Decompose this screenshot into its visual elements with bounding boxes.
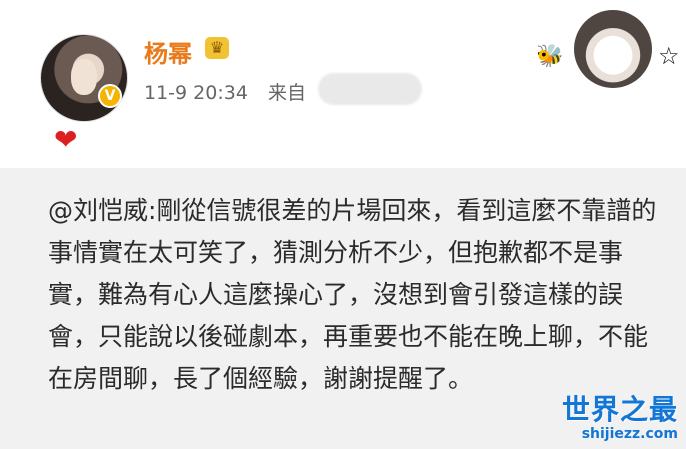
watermark-title: 世界之最 <box>561 393 678 426</box>
user-avatar[interactable] <box>40 34 128 122</box>
decorative-card: 🐝 ☆ <box>526 8 682 90</box>
post-time: 11-9 20:34 <box>144 82 248 104</box>
post-header: V 杨幂 ♛ 11-9 20:34 来自 🐝 ☆ ❤ <box>0 0 686 168</box>
portrait-decoration <box>574 10 652 88</box>
star-icon: ☆ <box>658 42 680 70</box>
heart-icon: ❤ <box>54 123 78 156</box>
avatar-face <box>71 59 97 95</box>
source-prefix: 来自 <box>267 82 306 104</box>
bee-icon: 🐝 <box>536 44 564 69</box>
watermark-url: shijiezz.com <box>581 426 678 442</box>
username[interactable]: 杨幂 <box>144 34 192 69</box>
blurred-source <box>318 73 422 105</box>
verified-badge-icon: V <box>98 84 122 108</box>
comment-text: @刘恺威:剛從信號很差的片場回來，看到這麼不靠譜的事情實在太可笑了，猜測分析不少… <box>48 196 657 393</box>
watermark: 世界之最 shijiezz.com <box>562 388 678 442</box>
post-meta: 11-9 20:34 来自 <box>144 78 306 105</box>
vip-crown-icon: ♛ <box>205 37 229 59</box>
